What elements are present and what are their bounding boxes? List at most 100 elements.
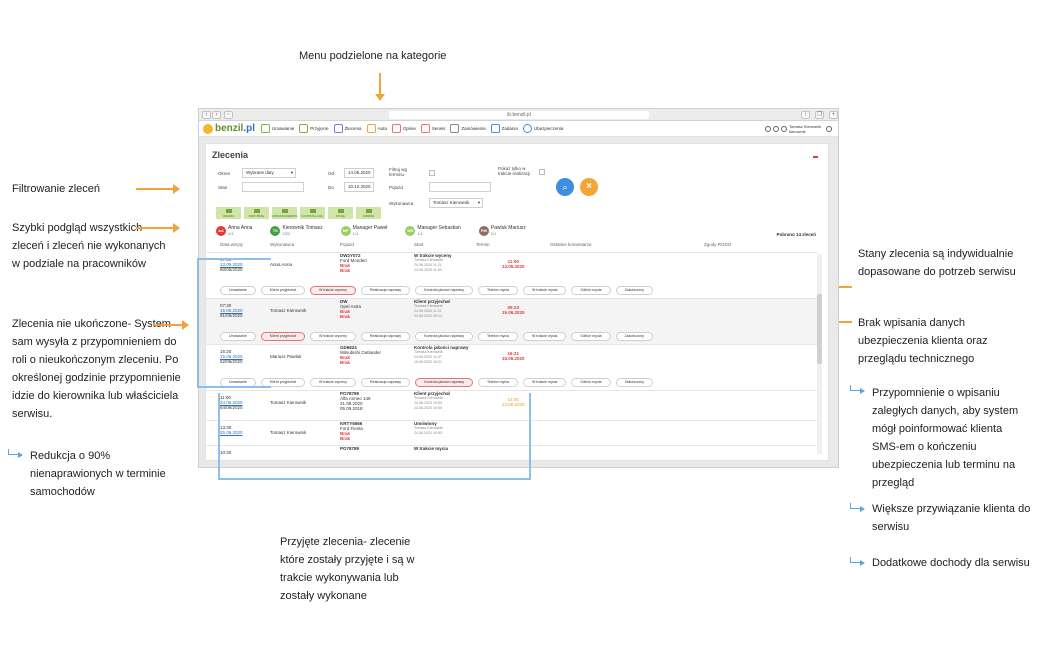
od-date-input[interactable]: 14.05.2020 <box>344 168 374 178</box>
worker-count: 1/1 <box>228 231 234 236</box>
start-cell: W trakcie wyceny Tomasz Kierownik 24.06.20… <box>414 253 452 273</box>
status-button[interactable]: Zakończony <box>615 378 653 387</box>
status-button[interactable]: W trakcie wyceny <box>309 332 356 341</box>
worker-pawel[interactable]: MP Manager Paweł 1/1 <box>340 226 387 236</box>
search-button[interactable]: ⌕ <box>556 178 574 196</box>
category-label: KONTROLA JAK. <box>301 213 324 218</box>
menu-opinie[interactable]: Opinie <box>391 124 416 133</box>
status-button[interactable]: Odbiór mycia <box>571 378 611 387</box>
vehicle-cell[interactable]: DW2Y072 Ford Mondeo Brak Brak <box>340 253 367 273</box>
umbrella-icon <box>522 124 532 133</box>
notifications-icon[interactable] <box>765 126 771 132</box>
scrollbar[interactable] <box>817 254 822 454</box>
vehicle-cell[interactable]: GD6824 Mitsubishi Outlander Brak Brak <box>340 345 381 365</box>
menu-umawianie[interactable]: Umawianie <box>261 124 294 133</box>
category-bar: UMAWIA PRZYJĘCIE NAPRAWA/SERWIS KONTROLA… <box>216 207 384 219</box>
okres-select[interactable]: Wybrane daty ▾ <box>242 168 296 178</box>
status-button[interactable]: Telefon mycia <box>478 286 519 295</box>
status-button[interactable]: Zakończony <box>615 332 653 341</box>
user-icon[interactable] <box>781 126 787 132</box>
sidebar-icon[interactable]: ▫ <box>224 111 233 119</box>
status-button[interactable]: Kontrola jakości naprawy <box>415 332 474 341</box>
workers-summary: AA Anna Anna 1/1 TK Kierownik Tomasz 2/22 MP… <box>216 226 544 236</box>
annotation-menu: Menu podzielone na kategorie <box>299 50 447 62</box>
col-vehicle[interactable]: Pojazd <box>340 242 354 247</box>
okres-label: Okres <box>218 171 231 176</box>
col-date[interactable]: Data wizyty <box>220 242 243 247</box>
wykonawca-select[interactable]: Tomasz Kierownik ▾ <box>429 198 483 208</box>
collapse-icon[interactable] <box>813 156 818 158</box>
table-row[interactable]: 07:30 15.06.2020 61/06/2020 Tomasz Kierowni… <box>206 298 818 344</box>
category-kontrola[interactable]: KONTROLA JAK. <box>300 207 325 219</box>
col-rodo[interactable]: Zgody RODO <box>704 242 731 247</box>
category-odbior[interactable]: ODBIÓR <box>356 207 381 219</box>
menu-przyjecie[interactable]: Przyjęcie <box>299 124 329 133</box>
status-button[interactable]: W trakcie mycia <box>523 286 567 295</box>
car-icon <box>366 124 376 133</box>
category-przyjecie[interactable]: PRZYJĘCIE <box>244 207 269 219</box>
filtruj-checkbox[interactable] <box>429 170 435 176</box>
stan-input[interactable] <box>242 182 304 192</box>
settings-icon[interactable] <box>773 126 779 132</box>
col-comments[interactable]: Ostatnie komentarze <box>550 242 592 247</box>
category-naprawa[interactable]: NAPRAWA/SERWIS <box>272 207 297 219</box>
status-button[interactable]: Realizacja naprawy <box>360 378 411 387</box>
logo-icon <box>203 123 213 134</box>
menu-label: Serwis <box>431 126 446 131</box>
menu-serwis[interactable]: Serwis <box>420 124 446 133</box>
add-tab-icon[interactable]: + <box>829 111 838 119</box>
menu-zadania[interactable]: Zadania <box>490 124 518 133</box>
status-button[interactable]: W trakcie wyceny <box>309 286 356 295</box>
forward-icon[interactable]: › <box>212 111 221 119</box>
vehicle-cell[interactable]: DW Opel Astra Brak Brak <box>340 299 361 319</box>
back-icon[interactable]: ‹ <box>202 111 211 119</box>
col-start[interactable]: Start <box>414 242 424 247</box>
sub-arrow-binding <box>850 503 865 512</box>
pojazd-input[interactable] <box>429 182 491 192</box>
table-row[interactable]: 15:20 15.06.2020 62/06/2020 Mariusz Pawluk G… <box>206 344 818 390</box>
pokaz-label: Pokaż tylko w trakcie realizacji <box>498 166 531 176</box>
status-button[interactable]: Kontrola jakości naprawy <box>415 286 474 295</box>
col-worker[interactable]: Wykonawca <box>270 242 294 247</box>
status-button[interactable]: Odbiór mycia <box>571 332 611 341</box>
worker-tomasz[interactable]: TK Kierownik Tomasz 2/22 <box>270 226 323 236</box>
menu-auta[interactable]: Auta <box>366 124 387 133</box>
benzil-logo[interactable]: benzil .pl <box>203 123 255 134</box>
tabs-icon[interactable]: ❐ <box>815 111 824 119</box>
worker-sebastian[interactable]: MS Manager Sebastian 1/1 <box>405 226 461 236</box>
logo-text: benzil <box>215 123 244 134</box>
category-mycie[interactable]: MYCIE <box>328 207 353 219</box>
power-icon[interactable] <box>826 126 832 132</box>
status-button[interactable]: Kontrola jakości naprawy <box>415 378 474 387</box>
menu-ubezpieczenia[interactable]: Ubezpieczenia <box>522 124 563 133</box>
status-button[interactable]: Odbiór mycia <box>571 286 611 295</box>
category-umawia[interactable]: UMAWIA <box>216 207 241 219</box>
category-label: NAPRAWA/SERWIS <box>271 213 298 218</box>
menu-zlecenia[interactable]: Zlecenia <box>333 124 362 133</box>
status-button[interactable]: Telefon mycia <box>478 378 519 387</box>
status-button[interactable]: Zakończony <box>615 286 653 295</box>
pokaz-checkbox[interactable] <box>539 169 545 175</box>
status-button[interactable]: W trakcie mycia <box>523 378 567 387</box>
od-label: Od <box>328 171 335 176</box>
share-icon[interactable]: ↑ <box>801 111 810 119</box>
status-button[interactable]: W trakcie mycia <box>523 332 567 341</box>
status-button[interactable]: Realizacja naprawy <box>360 332 411 341</box>
clear-filters-button[interactable]: × <box>580 178 598 196</box>
address-bar[interactable]: ib.benzil.pl <box>389 111 649 119</box>
scrollbar-thumb[interactable] <box>817 294 822 364</box>
table-row[interactable]: 07:30 13.05.2020 60/05/2020 Anna Anna DW2Y07… <box>206 252 818 298</box>
worker-mariusz[interactable]: PM Pawluk Mariusz 1/1 <box>478 226 526 236</box>
menu-label: Opinie <box>402 126 416 131</box>
arrow-unfinished <box>153 320 189 330</box>
status-button[interactable]: W trakcie wyceny <box>309 378 356 387</box>
status-button[interactable]: Telefon mycia <box>478 332 519 341</box>
col-deadline[interactable]: Termin <box>476 242 490 247</box>
wykonawca-value: Tomasz Kierownik <box>433 200 470 205</box>
menu-zamowienia[interactable]: Zamówienia <box>450 124 486 133</box>
page-title: Zlecenia <box>212 150 249 160</box>
wrench-icon <box>420 124 430 133</box>
worker-anna[interactable]: AA Anna Anna 1/1 <box>216 226 252 236</box>
do-date-input[interactable]: 10.12.2020 <box>344 182 374 192</box>
status-button[interactable]: Realizacja naprawy <box>360 286 411 295</box>
